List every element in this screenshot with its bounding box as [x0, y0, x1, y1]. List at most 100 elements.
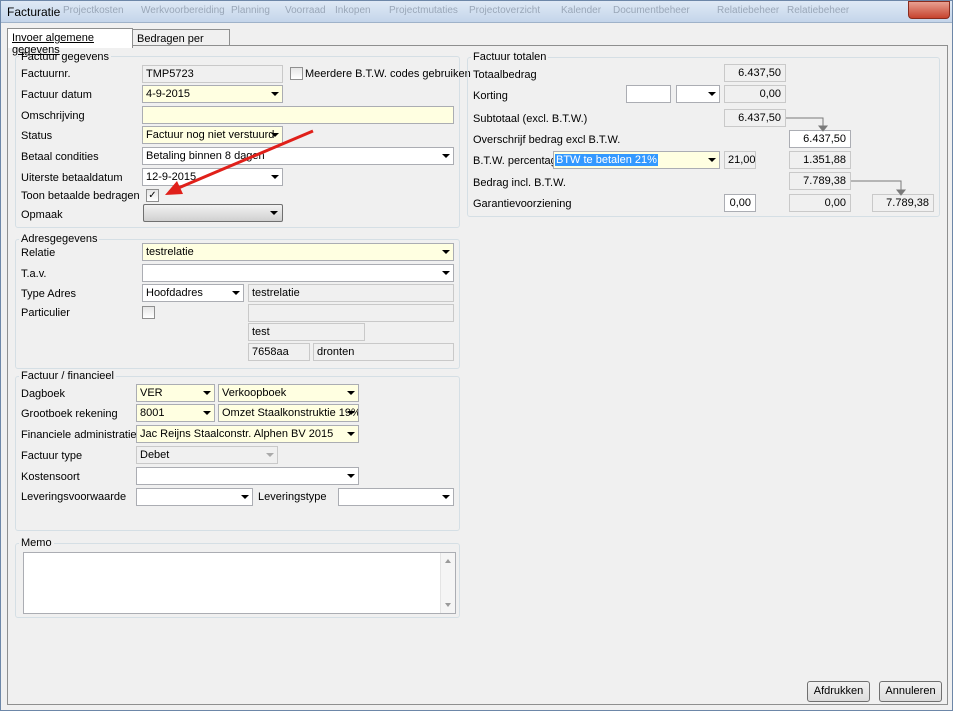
- totaalbedrag-label: Totaalbedrag: [473, 69, 537, 81]
- background-menu-item: Projectoverzicht: [469, 5, 541, 16]
- tav-label: T.a.v.: [21, 268, 47, 280]
- factuur-type-label: Factuur type: [21, 450, 83, 462]
- particulier-checkbox[interactable]: [142, 306, 155, 319]
- dagboek-naam-select[interactable]: Verkoopboek: [218, 384, 359, 402]
- korting-bedrag-field[interactable]: 0,00: [724, 85, 786, 103]
- btw-percentage-label: B.T.W. percentage: [473, 155, 563, 167]
- factuur-datum-field[interactable]: 4-9-2015: [142, 85, 283, 103]
- chevron-down-icon: [442, 154, 450, 158]
- bedrag-incl-btw-field[interactable]: 7.789,38: [789, 172, 851, 190]
- korting-label: Korting: [473, 90, 508, 102]
- chevron-down-icon: [271, 92, 279, 96]
- adresgegevens-heading: Adresgegevens: [19, 233, 100, 245]
- subtotaal-label: Subtotaal (excl. B.T.W.): [473, 113, 588, 125]
- chevron-down-icon: [347, 411, 355, 415]
- leveringstype-label: Leveringstype: [258, 491, 327, 503]
- btw-percent-field[interactable]: 21,00: [724, 151, 756, 169]
- factuurnr-field[interactable]: TMP5723: [142, 65, 283, 83]
- chevron-down-icon: [271, 175, 279, 179]
- korting-type-select[interactable]: [676, 85, 720, 103]
- status-label: Status: [21, 130, 53, 142]
- chevron-down-icon: [241, 495, 249, 499]
- chevron-down-icon: [708, 158, 716, 162]
- chevron-down-icon: [203, 411, 211, 415]
- memo-scrollbar[interactable]: [440, 553, 455, 613]
- omschrijving-field[interactable]: [142, 106, 454, 124]
- adres-regel-field[interactable]: [248, 304, 454, 322]
- chevron-down-icon: [442, 495, 450, 499]
- background-menu-item: Relatiebeheer: [787, 5, 850, 16]
- tab-invoer-algemene-gegevens[interactable]: Invoer algemene gegevens: [7, 28, 133, 56]
- toon-betaalde-bedragen-checkbox[interactable]: ✓: [146, 189, 159, 202]
- memo-heading: Memo: [19, 537, 54, 549]
- subtotaal-field[interactable]: 6.437,50: [724, 109, 786, 127]
- type-adres-select[interactable]: Hoofdadres: [142, 284, 244, 302]
- meerdere-btw-checkbox[interactable]: [290, 67, 303, 80]
- factuur-datum-label: Factuur datum: [21, 89, 92, 101]
- postcode-field[interactable]: 7658aa: [248, 343, 310, 361]
- background-menu-item: Projectkosten: [63, 5, 124, 16]
- kostensoort-label: Kostensoort: [21, 471, 80, 483]
- annuleren-button[interactable]: Annuleren: [879, 681, 942, 702]
- type-adres-label: Type Adres: [21, 288, 77, 300]
- betaal-condities-label: Betaal condities: [21, 151, 99, 163]
- relatie-label: Relatie: [21, 247, 56, 259]
- chevron-down-icon: [266, 453, 274, 457]
- chevron-down-icon: [203, 391, 211, 395]
- totaalbedrag-field[interactable]: 6.437,50: [724, 64, 786, 82]
- btw-bedrag-field[interactable]: 1.351,88: [789, 151, 851, 169]
- korting-input[interactable]: [626, 85, 671, 103]
- tav-select[interactable]: [142, 264, 454, 282]
- background-menu-item: Voorraad: [285, 5, 326, 16]
- close-button[interactable]: [908, 1, 950, 19]
- leveringsvoorwaarde-select[interactable]: [136, 488, 253, 506]
- toon-betaalde-bedragen-label: Toon betaalde bedragen: [21, 190, 140, 202]
- chevron-down-icon: [270, 211, 278, 215]
- adres-naam-field[interactable]: testrelatie: [248, 284, 454, 302]
- background-menu-item: Werkvoorbereiding: [141, 5, 225, 16]
- garantie-input[interactable]: 0,00: [724, 194, 756, 212]
- relatie-select[interactable]: testrelatie: [142, 243, 454, 261]
- chevron-down-icon: [347, 432, 355, 436]
- grootboek-naam-select[interactable]: Omzet Staalkonstruktie 19%: [218, 404, 359, 422]
- dagboek-code-select[interactable]: VER: [136, 384, 215, 402]
- chevron-down-icon: [442, 250, 450, 254]
- uiterste-betaaldatum-field[interactable]: 12-9-2015: [142, 168, 283, 186]
- garantie-bedrag-field[interactable]: 0,00: [789, 194, 851, 212]
- kostensoort-select[interactable]: [136, 467, 359, 485]
- background-menu-item: Documentbeheer: [613, 5, 690, 16]
- financiele-administraties-label: Financiele administraties: [21, 429, 143, 441]
- status-select[interactable]: Factuur nog niet verstuurd: [142, 126, 283, 144]
- chevron-down-icon: [232, 291, 240, 295]
- straat-field[interactable]: test: [248, 323, 365, 341]
- scroll-up-icon[interactable]: [445, 559, 451, 563]
- title-bar: Facturatie Projectkosten Werkvoorbereidi…: [1, 1, 952, 23]
- dagboek-label: Dagboek: [21, 388, 66, 400]
- overschrijf-field[interactable]: 6.437,50: [789, 130, 851, 148]
- factuurnr-label: Factuurnr.: [21, 68, 71, 80]
- grootboek-label: Grootboek rekening: [21, 408, 118, 420]
- meerdere-btw-label: Meerdere B.T.W. codes gebruiken: [305, 68, 471, 80]
- afdrukken-button[interactable]: Afdrukken: [807, 681, 870, 702]
- background-menu-item: Planning: [231, 5, 270, 16]
- grootboek-code-select[interactable]: 8001: [136, 404, 215, 422]
- chevron-down-icon: [347, 391, 355, 395]
- particulier-label: Particulier: [21, 307, 70, 319]
- opmaak-select[interactable]: [143, 204, 283, 222]
- uiterste-betaaldatum-label: Uiterste betaaldatum: [21, 172, 123, 184]
- chevron-down-icon: [442, 271, 450, 275]
- background-menu-item: Projectmutaties: [389, 5, 458, 16]
- chevron-down-icon: [347, 474, 355, 478]
- plaats-field[interactable]: dronten: [313, 343, 454, 361]
- background-menu-item: Relatiebeheer: [717, 5, 780, 16]
- factuur-type-select[interactable]: Debet: [136, 446, 278, 464]
- btw-percentage-select[interactable]: BTW te betalen 21%: [553, 151, 720, 169]
- leveringstype-select[interactable]: [338, 488, 454, 506]
- scroll-down-icon[interactable]: [445, 603, 451, 607]
- betaal-condities-select[interactable]: Betaling binnen 8 dagen: [142, 147, 454, 165]
- financiele-administraties-select[interactable]: Jac Reijns Staalconstr. Alphen BV 2015: [136, 425, 359, 443]
- memo-textarea[interactable]: [23, 552, 456, 614]
- chevron-down-icon: [271, 133, 279, 137]
- omschrijving-label: Omschrijving: [21, 110, 85, 122]
- garantie-totaal-field[interactable]: 7.789,38: [872, 194, 934, 212]
